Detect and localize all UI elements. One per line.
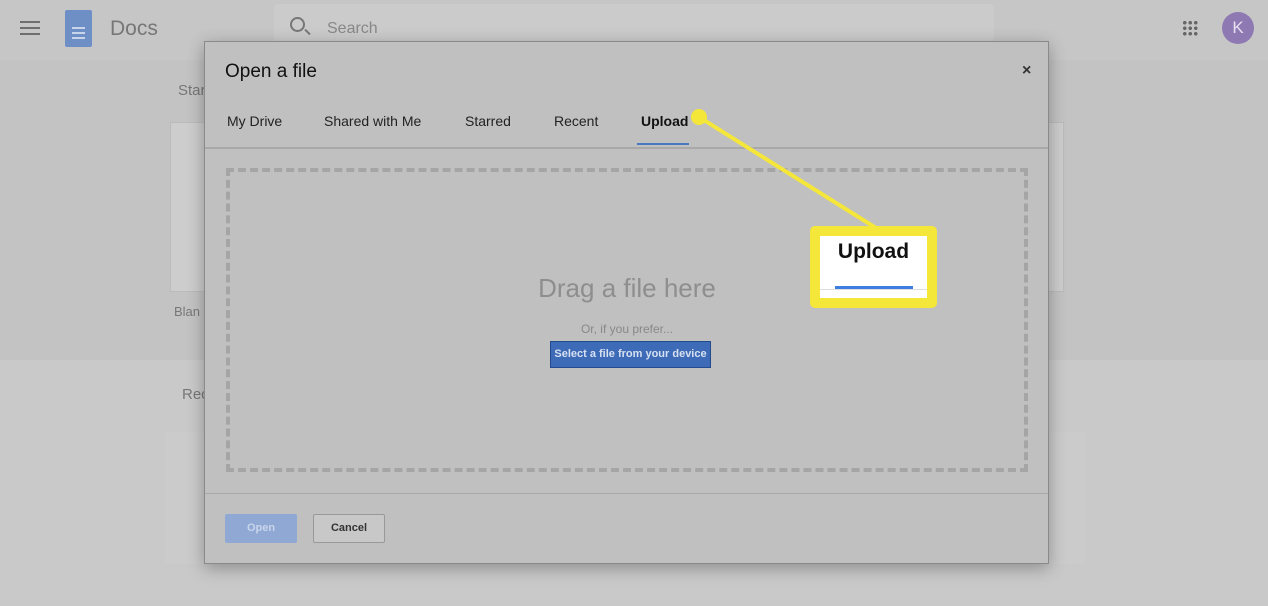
upload-callout: Upload	[810, 226, 937, 308]
callout-line	[697, 115, 878, 230]
callout-label: Upload	[837, 240, 910, 263]
callout-pointer	[691, 109, 878, 230]
callout-dot	[691, 109, 707, 125]
callout-tab-indicator	[835, 286, 913, 289]
